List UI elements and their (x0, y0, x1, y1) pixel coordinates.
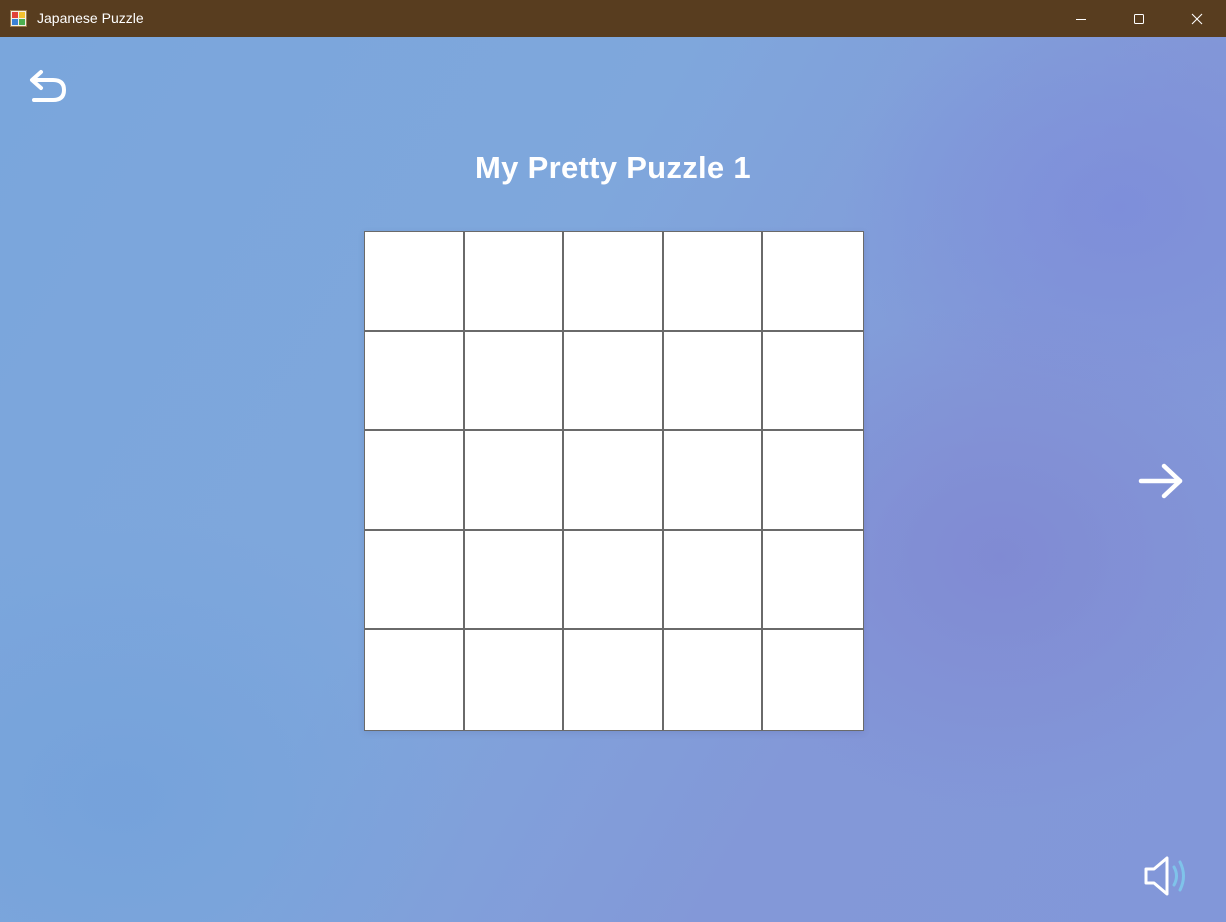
grid-cell[interactable] (763, 232, 863, 332)
back-button[interactable] (26, 67, 70, 111)
grid-cell[interactable] (763, 530, 863, 631)
puzzle-grid (364, 231, 864, 731)
grid-cell[interactable] (663, 232, 764, 332)
grid-cell[interactable] (663, 630, 764, 730)
grid-cell[interactable] (365, 431, 465, 531)
grid-cell[interactable] (663, 530, 764, 631)
minimize-icon (1076, 18, 1086, 20)
next-button[interactable] (1136, 460, 1186, 502)
grid-cell[interactable] (464, 630, 565, 730)
grid-cell[interactable] (663, 431, 764, 531)
grid-cell[interactable] (564, 331, 664, 432)
maximize-button[interactable] (1110, 0, 1168, 37)
grid-cell[interactable] (464, 530, 565, 631)
grid-cell[interactable] (464, 232, 565, 332)
minimize-button[interactable] (1052, 0, 1110, 37)
grid-cell[interactable] (663, 331, 764, 432)
grid-cell[interactable] (464, 431, 565, 531)
grid-cell[interactable] (365, 530, 465, 631)
puzzle-title: My Pretty Puzzle 1 (475, 150, 751, 185)
close-icon (1191, 13, 1203, 24)
window-title: Japanese Puzzle (37, 10, 144, 26)
sound-button[interactable] (1140, 852, 1194, 900)
grid-cell[interactable] (365, 232, 465, 332)
grid-cell[interactable] (365, 331, 465, 432)
grid-cell[interactable] (763, 431, 863, 531)
game-area: My Pretty Puzzle 1 (0, 37, 1226, 922)
grid-cell[interactable] (763, 331, 863, 432)
grid-cell[interactable] (564, 232, 664, 332)
app-icon (10, 10, 27, 27)
grid-cell[interactable] (564, 530, 664, 631)
grid-cell[interactable] (365, 630, 465, 730)
title-bar[interactable]: Japanese Puzzle (0, 0, 1226, 37)
maximize-icon (1134, 13, 1144, 24)
grid-cell[interactable] (464, 331, 565, 432)
right-arrow-icon (1138, 463, 1183, 499)
undo-arrow-icon (30, 70, 66, 102)
grid-cell[interactable] (564, 630, 664, 730)
grid-cell[interactable] (564, 431, 664, 531)
close-button[interactable] (1168, 0, 1226, 37)
app-window: Japanese Puzzle My Pretty Puzzle 1 (0, 0, 1226, 922)
grid-cell[interactable] (763, 630, 863, 730)
speaker-icon (1144, 856, 1185, 896)
